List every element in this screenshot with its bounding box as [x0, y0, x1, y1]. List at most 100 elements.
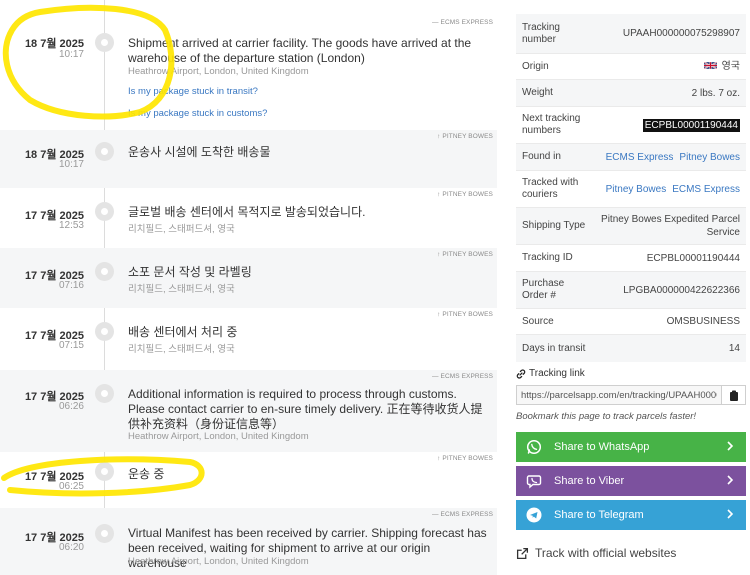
share-telegram-button[interactable]: Share to Telegram: [516, 500, 746, 530]
purchase-order-value: LPGBA000000422622366: [623, 284, 740, 296]
source-value: OMSBUSINESS: [666, 316, 740, 327]
detail-label: Found in: [522, 151, 561, 162]
origin-value: 영국: [703, 60, 740, 73]
timeline-event: ↑ PITNEY BOWES 17 7월 2025 06:25 운송 중: [0, 452, 497, 508]
tracked-with-pitney-link[interactable]: Pitney Bowes: [606, 184, 667, 195]
external-link-icon: [516, 547, 529, 559]
stuck-in-customs-link[interactable]: Is my package stuck in customs?: [128, 108, 267, 119]
event-time: 06:20: [58, 542, 84, 553]
detail-label: Tracking ID: [522, 252, 573, 263]
tracking-number-value: UPAAH000000075298907: [622, 28, 740, 39]
timeline-event: ↑ PITNEY BOWES 17 7월 2025 07:15 배송 센터에서 …: [0, 308, 497, 370]
clipboard-icon: [729, 390, 738, 401]
link-icon: [516, 368, 526, 379]
official-websites-heading: Track with official websites: [516, 546, 746, 560]
timeline-event: — ECMS EXPRESS 18 7월 2025 10:17 Shipment…: [0, 16, 497, 130]
event-time: 07:15: [58, 340, 84, 351]
timeline-event: — ECMS EXPRESS 17 7월 2025 06:26 Addition…: [0, 370, 497, 452]
detail-label: Source: [522, 315, 554, 327]
share-whatsapp-button[interactable]: Share to WhatsApp: [516, 432, 746, 462]
carrier-tag: — ECMS EXPRESS: [432, 19, 493, 26]
shipping-type-value: Pitney Bowes Expedited Parcel Service: [601, 214, 740, 238]
chevron-right-icon: [727, 509, 734, 519]
carrier-tag: — ECMS EXPRESS: [432, 373, 493, 380]
detail-row-found-in: Found in ECMS Express Pitney Bowes: [516, 144, 746, 171]
detail-row-days-in-transit: Days in transit 14: [516, 335, 746, 362]
next-tracking-number[interactable]: ECPBL00001190444: [642, 118, 740, 132]
timeline-dot-icon: [95, 202, 114, 221]
bookmark-hint: Bookmark this page to track parcels fast…: [516, 411, 697, 422]
detail-row-source: Source OMSBUSINESS: [516, 309, 746, 335]
event-location: Heathrow Airport, London, United Kingdom: [128, 66, 309, 77]
share-viber-button[interactable]: Share to Viber: [516, 466, 746, 496]
event-description: 배송 센터에서 처리 중: [128, 325, 238, 339]
event-location: 리치필드, 스태퍼드셔, 영국: [128, 284, 235, 295]
detail-label: Weight: [522, 87, 553, 98]
tracked-with-ecms-link[interactable]: ECMS Express: [672, 184, 740, 195]
detail-row-purchase-order: Purchase Order # LPGBA000000422622366: [516, 272, 746, 309]
timeline-event: ↑ PITNEY BOWES 17 7월 2025 12:53 글로벌 배송 센…: [0, 188, 497, 248]
carrier-tag: ↑ PITNEY BOWES: [437, 311, 493, 318]
timeline-dot-icon: [95, 142, 114, 161]
tracking-link-input[interactable]: [516, 385, 722, 405]
event-time: 12:53: [58, 220, 84, 231]
share-viber-label: Share to Viber: [554, 475, 625, 487]
event-time: 06:26: [58, 401, 84, 412]
detail-row-tracked-with: Tracked with couriers Pitney Bowes ECMS E…: [516, 171, 746, 208]
tracking-timeline: — ECMS EXPRESS 18 7월 2025 10:17 Shipment…: [0, 0, 497, 575]
timeline-event: ↑ PITNEY BOWES 18 7월 2025 10:17 운송사 시설에 …: [0, 130, 497, 188]
event-description: Shipment arrived at carrier facility. Th…: [128, 36, 472, 65]
tracking-link-box: [516, 385, 746, 405]
detail-label: Days in transit: [522, 342, 586, 354]
detail-row-tracking-number: Tracking number UPAAH000000075298907: [516, 14, 746, 54]
carrier-tag: ↑ PITNEY BOWES: [437, 191, 493, 198]
next-tracking-value: ECPBL00001190444: [642, 118, 740, 132]
found-in-pitney-link[interactable]: Pitney Bowes: [679, 152, 740, 163]
timeline-dot-icon: [95, 462, 114, 481]
parcel-details-panel: Tracking number UPAAH000000075298907 Ori…: [516, 14, 746, 560]
detail-row-weight: Weight 2 lbs. 7 oz.: [516, 80, 746, 107]
chevron-right-icon: [727, 475, 734, 485]
event-time: 06:25: [58, 481, 84, 492]
found-in-ecms-link[interactable]: ECMS Express: [606, 152, 674, 163]
uk-flag-icon: [703, 61, 717, 70]
timeline-dot-icon: [95, 262, 114, 281]
share-whatsapp-label: Share to WhatsApp: [554, 441, 650, 453]
official-websites-label: Track with official websites: [535, 546, 677, 560]
copy-link-button[interactable]: [722, 385, 746, 405]
detail-label: Tracking number: [522, 21, 560, 45]
event-location: Heathrow Airport, London, United Kingdom: [128, 556, 309, 567]
detail-label: Tracked with couriers: [522, 177, 579, 200]
timeline-event: ↑ PITNEY BOWES 17 7월 2025 07:16 소포 문서 작성…: [0, 248, 497, 308]
event-description: 운송사 시설에 도착한 배송물: [128, 145, 271, 159]
event-description: 소포 문서 작성 및 라벨링: [128, 265, 252, 279]
carrier-tag: ↑ PITNEY BOWES: [437, 455, 493, 462]
timeline-dot-icon: [95, 524, 114, 543]
event-location: 리치필드, 스태퍼드셔, 영국: [128, 344, 235, 355]
carrier-tag: — ECMS EXPRESS: [432, 511, 493, 518]
event-description: Additional information is required to pr…: [128, 387, 483, 431]
days-in-transit-value: 14: [728, 343, 740, 354]
carrier-tag: ↑ PITNEY BOWES: [437, 251, 493, 258]
detail-row-next-tracking: Next tracking numbers ECPBL00001190444: [516, 107, 746, 144]
chevron-right-icon: [727, 441, 734, 451]
detail-row-origin: Origin 영국: [516, 54, 746, 80]
tracking-id-value: ECPBL00001190444: [646, 252, 740, 264]
viber-icon: [526, 475, 542, 489]
detail-label: Purchase Order #: [522, 278, 565, 301]
detail-label: Shipping Type: [522, 220, 586, 231]
tracking-link-label: Tracking link: [529, 368, 585, 379]
detail-label: Origin: [522, 60, 549, 72]
detail-label: Next tracking numbers: [522, 113, 581, 136]
whatsapp-icon: [526, 439, 542, 455]
timeline-dot-icon: [95, 322, 114, 341]
event-location: 리치필드, 스태퍼드셔, 영국: [128, 224, 235, 235]
weight-value: 2 lbs. 7 oz.: [691, 87, 740, 99]
stuck-in-transit-link[interactable]: Is my package stuck in transit?: [128, 86, 258, 97]
found-in-value: ECMS Express Pitney Bowes: [600, 151, 740, 164]
share-telegram-label: Share to Telegram: [554, 509, 644, 521]
telegram-icon: [526, 507, 542, 523]
tracking-link-title: Tracking link: [516, 368, 746, 379]
event-time: 10:17: [58, 49, 84, 60]
tracked-with-value: Pitney Bowes ECMS Express: [600, 183, 740, 196]
